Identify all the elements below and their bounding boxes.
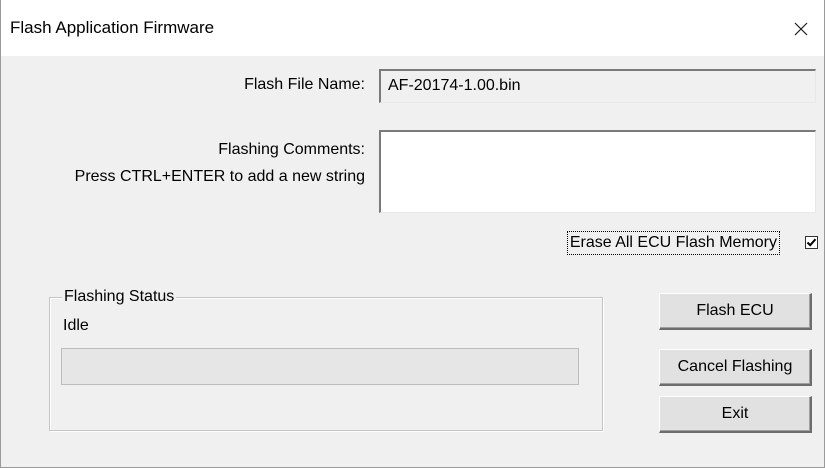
comments-label: Flashing Comments:	[218, 141, 365, 158]
flash-ecu-button[interactable]: Flash ECU	[659, 293, 812, 330]
erase-flash-label[interactable]: Erase All ECU Flash Memory	[566, 231, 781, 255]
status-text: Idle	[63, 317, 89, 334]
exit-button[interactable]: Exit	[659, 396, 812, 433]
close-icon	[794, 22, 808, 36]
flashing-status-legend: Flashing Status	[62, 287, 177, 307]
window-title: Flash Application Firmware	[10, 18, 215, 37]
close-button[interactable]	[778, 12, 824, 46]
cancel-flashing-button[interactable]: Cancel Flashing	[659, 349, 812, 386]
flash-firmware-dialog: Flash Application Firmware Flash File Na…	[0, 0, 825, 468]
flash-file-label: Flash File Name:	[244, 76, 365, 93]
comments-hint: Press CTRL+ENTER to add a new string	[74, 168, 365, 185]
checkmark-icon	[806, 238, 817, 247]
flash-file-field: AF-20174-1.00.bin	[379, 69, 816, 103]
progress-bar	[61, 348, 579, 385]
erase-flash-checkbox[interactable]	[805, 236, 818, 249]
comments-input[interactable]	[379, 130, 816, 213]
title-bar: Flash Application Firmware	[1, 0, 824, 56]
